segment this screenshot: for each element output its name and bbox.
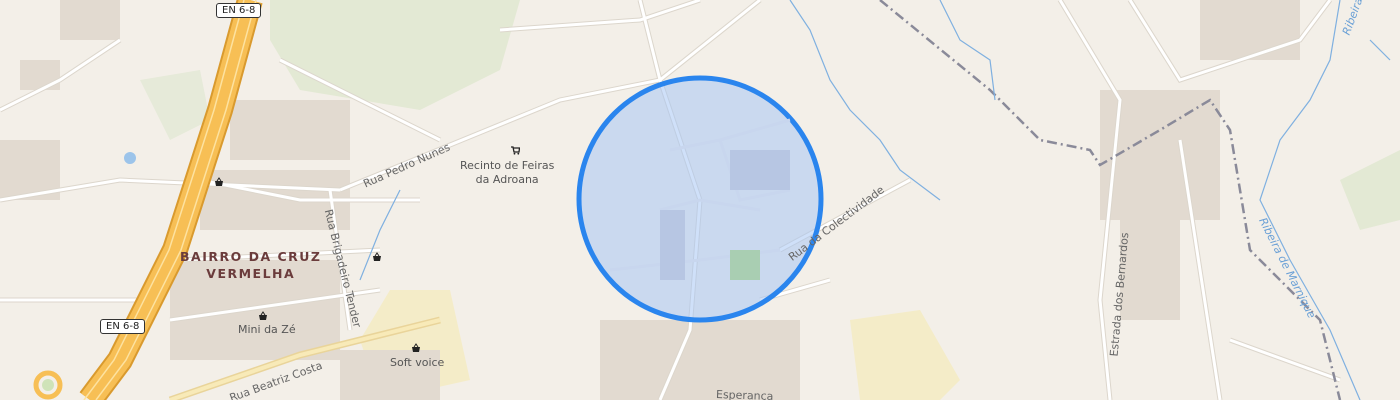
district-label-line2: VERMELHA	[206, 266, 296, 281]
park-area	[140, 70, 210, 140]
shopping-basket-icon[interactable]	[214, 177, 224, 187]
shopping-basket-icon[interactable]	[258, 311, 268, 321]
pond	[124, 152, 136, 164]
sand-area	[850, 310, 960, 400]
poi-mini-da-ze[interactable]: Mini da Zé	[238, 323, 296, 337]
park-area	[1340, 150, 1400, 230]
map-canvas[interactable]: EN 6-8 EN 6-8 BAIRRO DA CRUZ VERMELHA Ru…	[0, 0, 1400, 400]
circle-building	[730, 150, 790, 190]
road-shield-en-6-8: EN 6-8	[216, 3, 262, 18]
circle-building	[660, 210, 685, 280]
poi-soft-voice[interactable]: Soft voice	[390, 356, 444, 370]
park-area	[270, 0, 520, 110]
map-base-layer	[0, 0, 1400, 400]
road-shield-en-6-8: EN 6-8	[100, 319, 146, 334]
shopping-cart-icon[interactable]	[510, 145, 520, 155]
shopping-basket-icon[interactable]	[411, 343, 421, 353]
poi-recinto-de-feiras[interactable]: Recinto de Feiras da Adroana	[460, 159, 554, 187]
district-label[interactable]: BAIRRO DA CRUZ VERMELHA	[180, 248, 322, 282]
circle-park	[730, 250, 760, 280]
district-label-line1: BAIRRO DA CRUZ	[180, 249, 322, 264]
street-label-esperanca[interactable]: Esperança	[716, 388, 774, 400]
shopping-basket-icon[interactable]	[372, 252, 382, 262]
